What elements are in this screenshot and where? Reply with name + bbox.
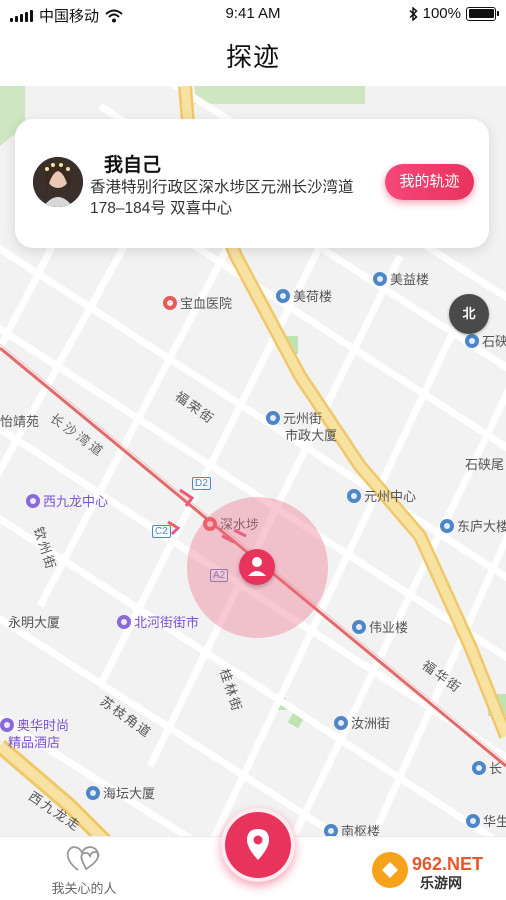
building-icon [472,761,486,775]
my-track-button[interactable]: 我的轨迹 [385,164,474,200]
location-pin-icon [247,829,269,860]
shop-icon [26,494,40,508]
label-yongming: 永明大厦 [8,615,61,630]
poi-huasheng[interactable]: 华生 [466,811,506,830]
station-exit-c2: C2 [152,525,171,538]
hospital-icon [163,296,177,310]
battery-percent: 100% [422,5,461,22]
location-info-card: 我自己 香港特别行政区深水埗区元洲长沙湾道178–184号 双喜中心 我的轨迹 [15,119,489,248]
heart-icon [66,846,100,871]
building-icon [465,334,479,348]
poi-xijiulong-center[interactable]: 西九龙中心 [26,491,108,510]
poi-meiyi[interactable]: 美益楼 [373,269,429,288]
building-icon [466,814,480,828]
tab-care-label: 我关心的人 [51,881,117,896]
poi-ruzhou[interactable]: 汝洲街 [334,713,390,732]
user-name: 我自己 [104,155,162,176]
building-icon [352,620,366,634]
nav-bar: 探迹 [0,28,506,86]
building-icon [86,786,100,800]
building-icon [373,272,387,286]
poi-dongluda[interactable]: 东庐大楼 [440,516,506,535]
station-exit-d2: D2 [192,477,211,490]
poi-yuanzhou-center[interactable]: 元州中心 [347,486,416,505]
status-bar: 中国移动 9:41 AM 100% [0,0,506,28]
hotel-icon [0,718,14,732]
user-location-marker[interactable] [239,549,275,585]
shop-icon [117,615,131,629]
page-title: 探迹 [225,42,280,72]
poi-beihe-market[interactable]: 北河街街市 [117,612,199,631]
compass-button[interactable]: 北 [449,294,489,334]
building-icon [440,519,454,533]
tab-care[interactable]: 我关心的人 [24,843,144,897]
poi-haitan[interactable]: 海坛大厦 [86,783,155,802]
poi-meihe[interactable]: 美荷楼 [276,286,332,305]
building-icon [324,824,338,836]
battery-icon [466,6,499,21]
poi-weiye[interactable]: 伟业楼 [352,617,408,636]
poi-chang[interactable]: 长 [472,758,502,777]
avatar [33,157,83,207]
user-address: 香港特别行政区深水埗区元洲长沙湾道178–184号 双喜中心 [90,179,354,217]
poi-baoxue[interactable]: 宝血医院 [163,293,232,312]
watermark-logo: 962.NET 乐游网 [368,848,498,892]
locate-button[interactable] [221,808,295,882]
building-icon [347,489,361,503]
svg-text:乐游网: 乐游网 [420,875,462,892]
building-icon [334,716,348,730]
label-yijing: 怡靖苑 [0,414,40,429]
bluetooth-icon [409,6,418,21]
label-yuanzhou-market-2: 市政大厦 [285,428,338,443]
building-icon [276,289,290,303]
label-aohua-2: 精品酒店 [8,735,61,750]
poi-nanshu[interactable]: 南枢楼 [324,821,380,836]
svg-text:962.NET: 962.NET [412,854,483,874]
person-icon [248,557,266,576]
label-shibiwei: 石硖尾 [465,457,505,472]
building-icon [266,411,280,425]
